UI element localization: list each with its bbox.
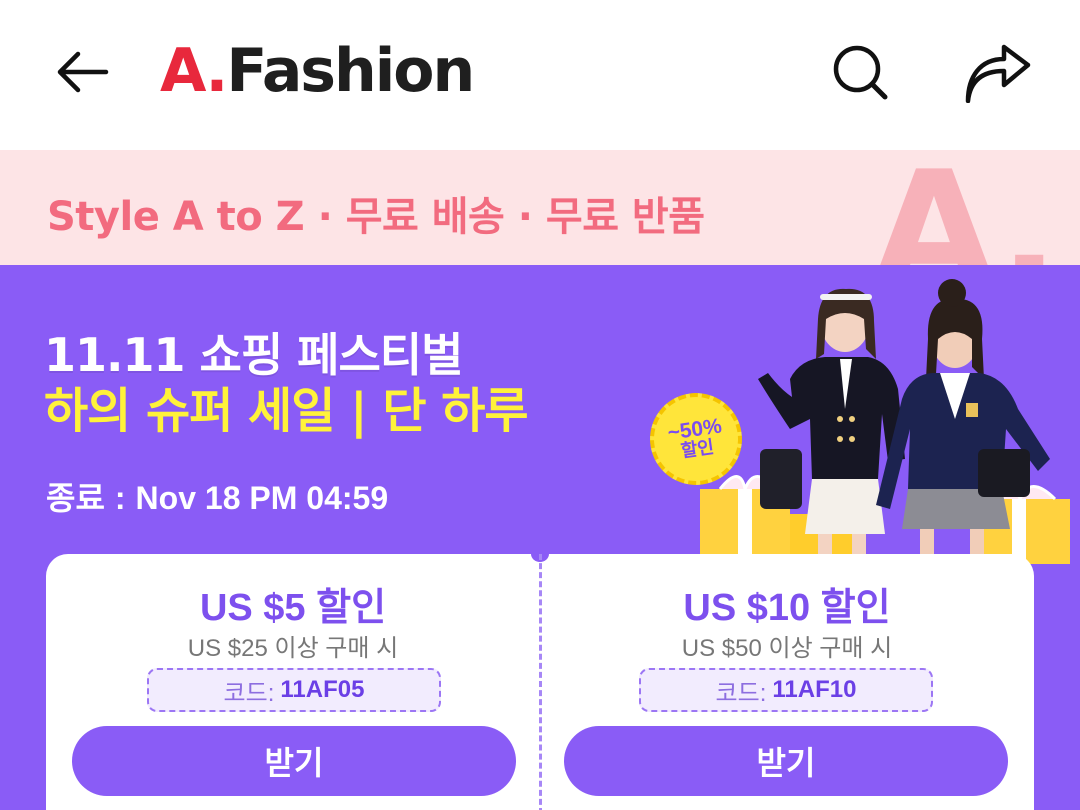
share-button[interactable] (958, 38, 1038, 108)
coupon-code-label: 코드: (715, 679, 767, 707)
coupon-condition: US $50 이상 구매 시 (681, 635, 893, 662)
coupon-code-value: 11AF05 (280, 676, 365, 703)
end-separator: : (114, 480, 126, 516)
claim-coupon-button[interactable]: 받기 (564, 726, 1008, 796)
search-icon (833, 45, 888, 100)
coupon-code-box[interactable]: 코드: 11AF10 (639, 668, 933, 712)
coupon-code-label: 코드: (223, 679, 275, 707)
promo-strip: Style A to Z · 무료 배송 · 무료 반품 A. (0, 150, 1080, 265)
banner-subtitle: 하의 슈퍼 세일 | 단 하루 (44, 383, 529, 439)
logo-mark: A. (160, 36, 228, 106)
claim-coupon-button[interactable]: 받기 (72, 726, 516, 796)
logo-wordmark: Fashion (226, 36, 475, 106)
back-button[interactable] (50, 40, 114, 104)
strip-tagline: Style A to Z · 무료 배송 · 무료 반품 (47, 194, 705, 240)
share-icon (965, 44, 1031, 103)
top-app-bar: A. Fashion (0, 0, 1080, 150)
end-label: 종료 (46, 480, 105, 516)
coupon-code-value: 11AF10 (772, 676, 857, 703)
arrow-left-icon (57, 51, 109, 93)
coupon-10: US $10 할인 US $50 이상 구매 시 코드: 11AF10 받기 (540, 554, 1034, 810)
search-button[interactable] (826, 38, 896, 108)
coupon-amount: US $10 할인 (683, 587, 891, 629)
coupon-condition: US $25 이상 구매 시 (187, 635, 399, 662)
badge-label: 할인 (679, 436, 716, 461)
end-time-value: Nov 18 PM 04:59 (135, 480, 389, 516)
coupon-5: US $5 할인 US $25 이상 구매 시 코드: 11AF05 받기 (46, 554, 540, 810)
sale-end-time: 종료: Nov 18 PM 04:59 (46, 473, 388, 519)
strip-logo-watermark: A. (872, 150, 1060, 265)
sale-banner: 11.11 쇼핑 페스티벌 하의 슈퍼 세일 | 단 하루 종료: Nov 18 … (0, 265, 1080, 810)
coupon-amount: US $5 할인 (199, 587, 387, 629)
app-logo[interactable]: A. Fashion (160, 36, 475, 108)
coupon-card: US $5 할인 US $25 이상 구매 시 코드: 11AF05 받기 US… (46, 546, 1034, 810)
coupon-code-box[interactable]: 코드: 11AF05 (147, 668, 441, 712)
